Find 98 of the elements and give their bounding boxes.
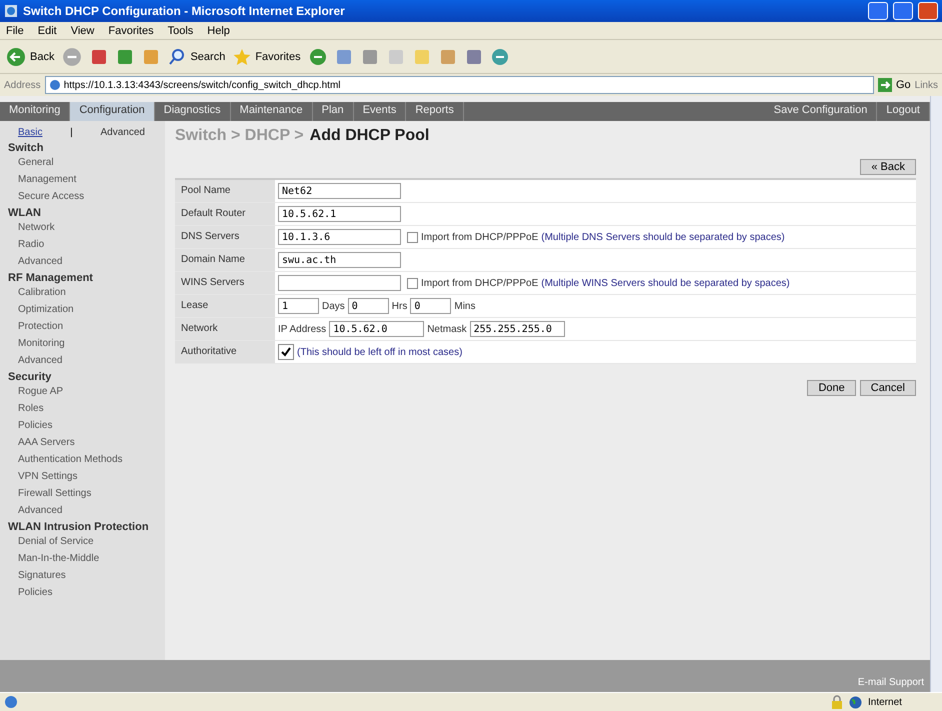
sidebar-item[interactable]: AAA Servers bbox=[8, 434, 165, 451]
go-button[interactable]: Go bbox=[878, 78, 911, 92]
row-label: Domain Name bbox=[175, 249, 275, 271]
checkbox-label: Import from DHCP/PPPoE bbox=[421, 278, 538, 288]
sidebar-item[interactable]: VPN Settings bbox=[8, 468, 165, 485]
sidebar-item[interactable]: Roles bbox=[8, 400, 165, 417]
menu-item[interactable]: Favorites bbox=[108, 24, 154, 36]
nav-tab[interactable]: Plan bbox=[312, 102, 354, 121]
sidebar-heading: RF Management bbox=[8, 272, 94, 284]
text-field[interactable]: 10.1.3.6 bbox=[278, 229, 401, 245]
sidebar-item[interactable]: Management bbox=[8, 171, 165, 188]
hint-text: (Multiple WINS Servers should be separated by spaces) bbox=[541, 278, 790, 288]
sidebar-item[interactable]: Authentication Methods bbox=[8, 451, 165, 468]
hint-text: (This should be left off in most cases) bbox=[297, 346, 462, 358]
sidebar-item[interactable]: Advanced bbox=[8, 352, 165, 369]
page-icon bbox=[48, 79, 61, 91]
menu-item[interactable]: View bbox=[70, 24, 94, 36]
text-field[interactable]: 10.5.62.0 bbox=[329, 321, 424, 337]
sidebar-item[interactable]: Radio bbox=[8, 236, 165, 253]
sidebar-item[interactable]: Denial of Service bbox=[8, 533, 165, 550]
row-label: Lease bbox=[175, 295, 275, 317]
arrow-icon bbox=[878, 78, 892, 92]
field-label: Netmask bbox=[427, 324, 467, 334]
checkbox[interactable] bbox=[407, 232, 418, 242]
row-label: WINS Servers bbox=[175, 272, 275, 294]
sidebar-item[interactable]: Network bbox=[8, 219, 165, 236]
sidebar-item[interactable]: Man-In-the-Middle bbox=[8, 550, 165, 567]
number-field[interactable]: 1 bbox=[278, 298, 319, 314]
globe-icon bbox=[849, 696, 862, 708]
browser-icon bbox=[4, 4, 18, 18]
text-field[interactable]: 255.255.255.0 bbox=[470, 321, 565, 337]
address-field[interactable]: https://10.1.3.13:4343/screens/switch/config_switch_dhcp.html bbox=[44, 76, 874, 94]
number-field[interactable]: 0 bbox=[410, 298, 452, 314]
mode-link[interactable]: Advanced bbox=[100, 127, 145, 138]
minimize-button[interactable] bbox=[868, 2, 888, 20]
address-label: Address bbox=[4, 80, 41, 90]
sidebar-item[interactable]: Advanced bbox=[8, 502, 165, 519]
sidebar-item[interactable]: Policies bbox=[8, 584, 165, 601]
menu-item[interactable]: Help bbox=[207, 24, 230, 36]
text-field[interactable]: swu.ac.th bbox=[278, 252, 401, 268]
maximize-button[interactable] bbox=[893, 2, 913, 20]
row-label: Pool Name bbox=[175, 180, 275, 202]
sidebar-item[interactable]: Secure Access bbox=[8, 188, 165, 205]
sidebar-item[interactable]: Policies bbox=[8, 417, 165, 434]
page-title: Add DHCP Pool bbox=[310, 127, 430, 145]
sidebar-item[interactable]: Optimization bbox=[8, 301, 165, 318]
links-label[interactable]: Links bbox=[914, 80, 938, 90]
row-label: Network bbox=[175, 318, 275, 340]
sidebar-item[interactable]: Rogue AP bbox=[8, 383, 165, 400]
window-title: Switch DHCP Configuration - Microsoft Internet Explorer bbox=[23, 4, 346, 18]
mode-link[interactable]: Basic bbox=[18, 127, 42, 138]
checkbox[interactable] bbox=[278, 344, 294, 360]
text-field[interactable]: Net62 bbox=[278, 183, 401, 199]
field-label: IP Address bbox=[278, 324, 326, 334]
row-label: Authoritative bbox=[175, 341, 275, 363]
unit-label: Days bbox=[322, 300, 345, 312]
sidebar-heading: Switch bbox=[8, 142, 44, 154]
sidebar-heading: WLAN Intrusion Protection bbox=[8, 521, 150, 533]
text-field[interactable] bbox=[278, 275, 401, 291]
hint-text: (Multiple DNS Servers should be separated by spaces) bbox=[541, 232, 785, 242]
checkbox[interactable] bbox=[407, 278, 418, 288]
star-icon bbox=[233, 48, 252, 66]
form-button[interactable]: Cancel bbox=[860, 380, 916, 396]
search-icon bbox=[168, 48, 186, 66]
scrollbar[interactable] bbox=[930, 96, 942, 692]
number-field[interactable]: 0 bbox=[348, 298, 389, 314]
nav-tab[interactable]: Configuration bbox=[70, 102, 155, 121]
sidebar-item[interactable]: General bbox=[8, 154, 165, 171]
sidebar-item[interactable]: Advanced bbox=[8, 253, 165, 270]
unit-label: Mins bbox=[454, 300, 476, 312]
sidebar-item[interactable]: Calibration bbox=[8, 284, 165, 301]
row-label: Default Router bbox=[175, 203, 275, 225]
sidebar-item[interactable]: Signatures bbox=[8, 567, 165, 584]
form-button[interactable]: Done bbox=[807, 380, 856, 396]
search-button[interactable]: Search bbox=[168, 48, 226, 66]
sidebar-heading: Security bbox=[8, 371, 52, 383]
sidebar-heading: WLAN bbox=[8, 207, 42, 219]
zone-label: Internet bbox=[868, 696, 903, 708]
row-label: DNS Servers bbox=[175, 226, 275, 248]
menu-item[interactable]: Edit bbox=[38, 24, 57, 36]
text-field[interactable]: 10.5.62.1 bbox=[278, 206, 401, 222]
separator-text: | bbox=[70, 127, 73, 138]
back-button[interactable]: Back bbox=[6, 46, 54, 66]
nav-tab[interactable]: Maintenance bbox=[230, 102, 313, 121]
checkbox-label: Import from DHCP/PPPoE bbox=[421, 232, 538, 242]
close-button[interactable] bbox=[918, 2, 938, 20]
page-icon bbox=[4, 695, 18, 709]
unit-label: Hrs bbox=[392, 300, 408, 312]
breadcrumb-path: Switch > DHCP > bbox=[175, 127, 304, 145]
menu-item[interactable]: File bbox=[6, 24, 24, 36]
back-button[interactable]: « Back bbox=[860, 159, 916, 175]
sidebar-item[interactable]: Firewall Settings bbox=[8, 485, 165, 502]
sidebar-item[interactable]: Monitoring bbox=[8, 335, 165, 352]
favorites-button[interactable]: Favorites bbox=[233, 48, 301, 66]
lock-icon bbox=[831, 695, 843, 709]
nav-tab[interactable]: Events bbox=[354, 102, 406, 121]
sidebar-item[interactable]: Protection bbox=[8, 318, 165, 335]
menu-item[interactable]: Tools bbox=[168, 24, 194, 36]
